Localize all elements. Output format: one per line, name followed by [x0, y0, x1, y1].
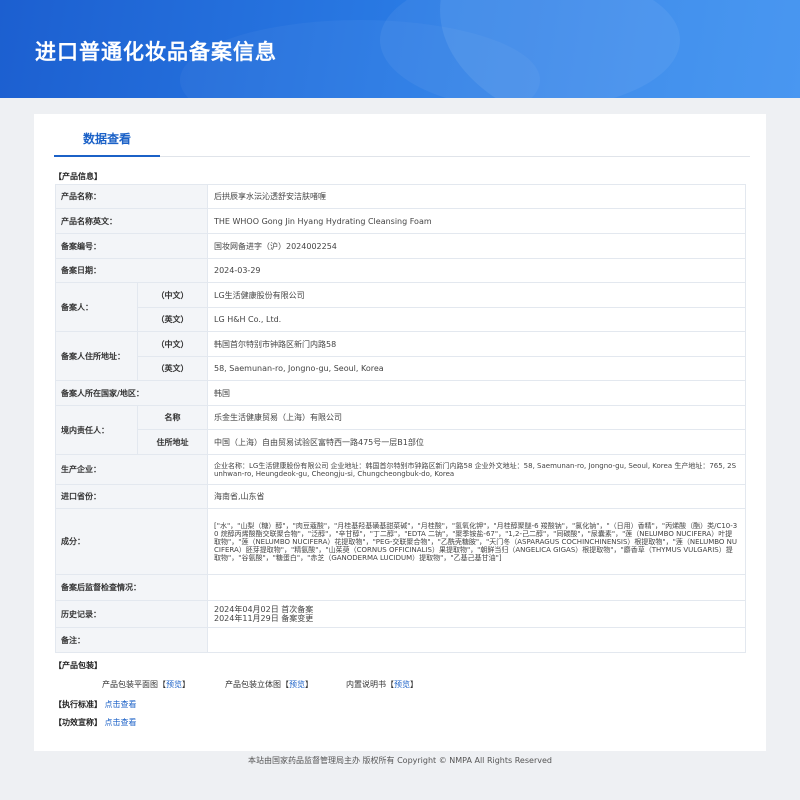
section-product-info: 【产品信息】 [54, 172, 102, 181]
history-entry: 2024年04月02日 首次备案 [214, 605, 314, 614]
footer-copyright: 本站由国家药品监督管理局主办 版权所有 Copyright © NMPA All… [248, 756, 552, 765]
efficacy-view-link[interactable]: 点击查看 [105, 718, 137, 727]
history-value: 2024年04月02日 首次备案 2024年11月29日 备案变更 [207, 600, 746, 628]
package-manual-item: 内置说明书【预览】 [346, 680, 418, 689]
agent-address-value: 中国（上海）自由贸易试验区富特西一路475号一层B1部位 [207, 429, 746, 455]
package-3d-preview-link[interactable]: 预览 [289, 680, 305, 689]
efficacy-row: 【功效宣称】 点击查看 [54, 717, 137, 728]
ingredients-value: ["水"，"山梨（糖）醇"，"肉豆蔻酸"，"月桂基羟基磺基甜菜碱"，"月桂酸"，… [207, 508, 746, 575]
section-standard: 【执行标准】 [54, 700, 102, 709]
product-name-en-value: THE WHOO Gong Jin Hyang Hydrating Cleans… [207, 208, 746, 234]
sub-label: 住所地址 [137, 429, 208, 455]
table-row: 进口省份： 海南省,山东省 [55, 484, 746, 509]
package-manual-preview-link[interactable]: 预览 [394, 680, 410, 689]
standard-view-link[interactable]: 点击查看 [105, 700, 137, 709]
content-panel: 数据查看 【产品信息】 产品名称： 后拱辰享水沄沁透舒安洁肤啫喱 产品名称英文：… [34, 114, 766, 751]
section-efficacy: 【功效宣称】 [54, 718, 102, 727]
table-row: 备案编号： 国妆网备进字（沪）2024002254 [55, 233, 746, 259]
registrant-address-en-value: 58, Saemunan-ro, Jongno-gu, Seoul, Korea [207, 356, 746, 381]
table-row: 历史记录： 2024年04月02日 首次备案 2024年11月29日 备案变更 [55, 600, 746, 628]
standard-row: 【执行标准】 点击查看 [54, 699, 137, 710]
table-row: 备注： [55, 627, 746, 653]
table-row: 备案人住所地址： （中文） 韩国首尔特别市钟路区新门内路58 [55, 331, 746, 381]
tab-bar: 数据查看 [54, 130, 750, 157]
import-province-value: 海南省,山东省 [207, 484, 746, 509]
manufacturer-value: 企业名称：LG生活健康股份有限公司 企业地址：韩国首尔特别市钟路区新门内路58 … [207, 454, 746, 485]
registrant-address-cn-value: 韩国首尔特别市钟路区新门内路58 [207, 331, 746, 357]
row-label: 备案人： [55, 282, 138, 332]
remark-value [207, 627, 746, 653]
sub-label: （中文） [137, 331, 208, 357]
registrant-cn-value: LG生活健康股份有限公司 [207, 282, 746, 308]
table-row: 备案人： （中文） LG生活健康股份有限公司 [55, 282, 746, 332]
agent-name-value: 乐金生活健康贸易（上海）有限公司 [207, 405, 746, 430]
sub-label: （英文） [137, 356, 208, 381]
row-label: 境内责任人： [55, 405, 138, 455]
product-info-table: 产品名称： 后拱辰享水沄沁透舒安洁肤啫喱 产品名称英文： THE WHOO Go… [55, 184, 746, 653]
package-flat-preview-link[interactable]: 预览 [166, 680, 182, 689]
row-label: 进口省份： [55, 484, 208, 509]
row-label: 生产企业： [55, 454, 208, 485]
row-label: 备注： [55, 627, 208, 653]
history-entry: 2024年11月29日 备案变更 [214, 614, 314, 623]
package-flat-item: 产品包装平面图【预览】 [102, 680, 190, 689]
row-label: 备案人所在国家/地区： [55, 380, 208, 406]
row-label: 成分： [55, 508, 208, 575]
package-label: 内置说明书 [346, 680, 386, 689]
registration-date-value: 2024-03-29 [207, 258, 746, 283]
package-label: 产品包装立体图 [225, 680, 281, 689]
sub-label: 名称 [137, 405, 208, 430]
package-3d-item: 产品包装立体图【预览】 [225, 680, 313, 689]
table-row: 产品名称： 后拱辰享水沄沁透舒安洁肤啫喱 [55, 184, 746, 209]
table-row: 备案人所在国家/地区： 韩国 [55, 380, 746, 406]
product-name-value: 后拱辰享水沄沁透舒安洁肤啫喱 [207, 184, 746, 209]
registrant-en-value: LG H&H Co., Ltd. [207, 307, 746, 332]
sub-label: （英文） [137, 307, 208, 332]
table-row: 住所地址 中国（上海）自由贸易试验区富特西一路475号一层B1部位 [56, 429, 746, 455]
row-label: 备案人住所地址： [55, 331, 138, 381]
table-row: （英文） LG H&H Co., Ltd. [56, 307, 746, 332]
section-package: 【产品包装】 [54, 661, 102, 670]
header-banner: 进口普通化妆品备案信息 [0, 0, 800, 98]
row-label: 产品名称英文： [55, 208, 208, 234]
sub-label: （中文） [137, 282, 208, 308]
row-label: 历史记录： [55, 600, 208, 628]
table-row: 备案后监督检查情况： [55, 574, 746, 601]
table-row: 生产企业： 企业名称：LG生活健康股份有限公司 企业地址：韩国首尔特别市钟路区新… [55, 454, 746, 485]
row-label: 备案编号： [55, 233, 208, 259]
country-value: 韩国 [207, 380, 746, 406]
table-row: （英文） 58, Saemunan-ro, Jongno-gu, Seoul, … [56, 356, 746, 381]
table-row: 备案日期： 2024-03-29 [55, 258, 746, 283]
row-label: 备案后监督检查情况： [55, 574, 208, 601]
table-row: 境内责任人： 名称 乐金生活健康贸易（上海）有限公司 [55, 405, 746, 455]
page-title: 进口普通化妆品备案信息 [35, 40, 277, 64]
package-label: 产品包装平面图 [102, 680, 158, 689]
table-row: 产品名称英文： THE WHOO Gong Jin Hyang Hydratin… [55, 208, 746, 234]
inspection-value [207, 574, 746, 601]
row-label: 备案日期： [55, 258, 208, 283]
row-label: 产品名称： [55, 184, 208, 209]
tab-data-view[interactable]: 数据查看 [54, 130, 160, 157]
table-row: 成分： ["水"，"山梨（糖）醇"，"肉豆蔻酸"，"月桂基羟基磺基甜菜碱"，"月… [55, 508, 746, 575]
registration-number-value: 国妆网备进字（沪）2024002254 [207, 233, 746, 259]
